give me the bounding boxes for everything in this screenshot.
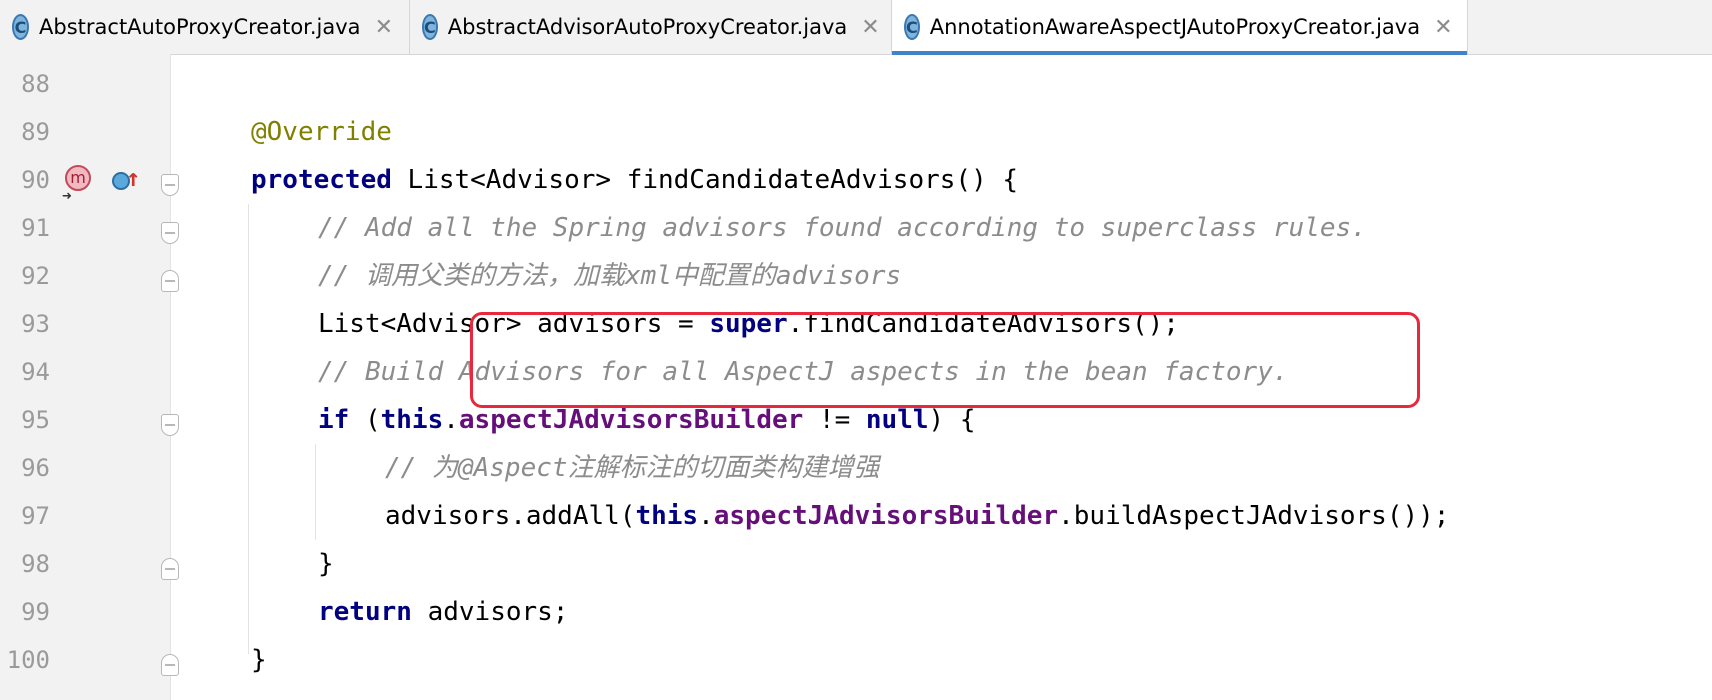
line-number: 95 [21,406,50,434]
line-number: 88 [21,70,50,98]
close-tab-icon[interactable]: ✕ [861,15,879,40]
code-text: ( [349,405,381,435]
tab-label: AnnotationAwareAspectJAutoProxyCreator.j… [929,15,1421,39]
code-text: advisors.addAll( [385,501,636,531]
keyword: if [318,405,350,435]
field-name: aspectJAdvisorsBuilder [713,501,1059,531]
line-number: 99 [21,598,50,626]
code-text: .buildAspectJAdvisors()); [1058,501,1450,531]
code-text: List<Advisor> findCandidateAdvisors() { [391,165,1019,195]
line-number: 98 [21,550,50,578]
keyword: this [635,501,699,531]
code-text: . [698,501,714,531]
keyword: null [865,405,929,435]
close-tab-icon[interactable]: ✕ [375,15,393,40]
code-line-90: protected List<Advisor> findCandidateAdv… [251,156,1018,204]
code-text: != [803,405,866,435]
keyword: this [380,405,444,435]
field-name: aspectJAdvisorsBuilder [458,405,804,435]
keyword: return [318,597,412,627]
java-class-icon: C [904,14,920,40]
editor-gutter: 88 89 90 91 92 93 94 95 96 97 98 99 100 [0,54,171,700]
tab-label: AbstractAdvisorAutoProxyCreator.java [447,15,848,39]
implementing-arrow-icon: ➜ [62,186,72,205]
line-number: 90 [21,166,50,194]
tab-annotation-aware-aspectj-auto-proxy-creator[interactable]: C AnnotationAwareAspectJAutoProxyCreator… [892,0,1468,55]
code-line-92: // 调用父类的方法，加载xml中配置的advisors [318,261,902,291]
java-class-icon: C [422,14,438,40]
code-text: ) { [928,405,976,435]
go-to-super-method-icon[interactable]: ↑ [126,164,140,192]
tab-abstract-auto-proxy-creator[interactable]: C AbstractAutoProxyCreator.java ✕ [0,0,410,54]
code-text: advisors; [411,597,569,627]
keyword: protected [251,165,392,195]
line-number: 89 [21,118,50,146]
code-text: . [443,405,459,435]
highlight-box [470,312,1420,408]
indent-guide [315,444,316,540]
code-line-89: @Override [251,117,392,147]
indent-guide [248,204,249,654]
code-line-100: } [251,645,267,675]
code-line-98: } [318,549,334,579]
line-number: 97 [21,502,50,530]
line-number: 94 [21,358,50,386]
tab-abstract-advisor-auto-proxy-creator[interactable]: C AbstractAdvisorAutoProxyCreator.java ✕ [410,0,892,54]
code-line-97: advisors.addAll(this.aspectJAdvisorsBuil… [385,492,1449,540]
tab-label: AbstractAutoProxyCreator.java [39,15,361,39]
close-tab-icon[interactable]: ✕ [1434,15,1452,40]
line-number: 96 [21,454,50,482]
java-class-icon: C [12,14,30,40]
line-number: 91 [21,214,50,242]
line-number: 100 [6,646,50,674]
code-editor[interactable]: @Override protected List<Advisor> findCa… [170,54,1712,700]
code-line-96: // 为@Aspect注解标注的切面类构建增强 [385,453,880,483]
editor-tab-bar: C AbstractAutoProxyCreator.java ✕ C Abst… [0,0,1712,55]
code-line-99: return advisors; [318,588,568,636]
code-line-91: // Add all the Spring advisors found acc… [318,213,1367,243]
line-number: 93 [21,310,50,338]
line-number: 92 [21,262,50,290]
